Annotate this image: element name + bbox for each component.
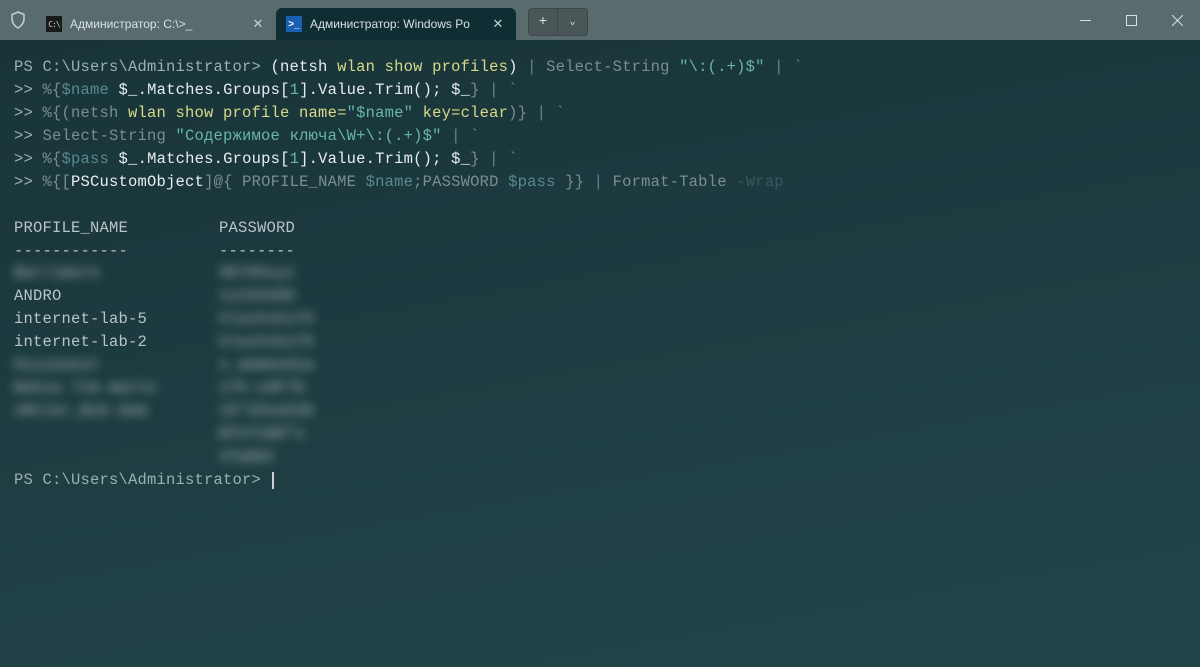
- window-controls: [1062, 0, 1200, 40]
- table-row: tFabbt: [14, 446, 1186, 469]
- titlebar: C:\ Администратор: C:\>_ ✕ >_ Администра…: [0, 0, 1200, 40]
- tab-cmd[interactable]: C:\ Администратор: C:\>_ ✕: [36, 8, 276, 40]
- close-icon[interactable]: ✕: [250, 16, 266, 32]
- table-header: PASSWORD: [219, 217, 295, 240]
- table-row: EFV7180"s: [14, 423, 1186, 446]
- cmd-icon: C:\: [46, 16, 62, 32]
- cursor-icon: [272, 472, 274, 489]
- table-header: PROFILE_NAME: [14, 217, 219, 240]
- tab-powershell[interactable]: >_ Администратор: Windows Po ✕: [276, 8, 516, 40]
- table-row: sMiler_Nik-dom15"2514235: [14, 400, 1186, 423]
- table-row: internet-lab-5kluchik175: [14, 308, 1186, 331]
- new-tab-dropdown[interactable]: ⌄: [558, 8, 588, 36]
- maximize-button[interactable]: [1108, 0, 1154, 40]
- terminal-output: PS C:\Users\Administrator> (netsh wlan s…: [14, 56, 1186, 217]
- table-row: internet-lab-2kluchik175: [14, 331, 1186, 354]
- table-row: Osisonestx.akmendia: [14, 354, 1186, 377]
- terminal-prompt: PS C:\Users\Administrator>: [14, 469, 1186, 492]
- terminal-body[interactable]: PS C:\Users\Administrator> (netsh wlan s…: [0, 40, 1200, 667]
- shield-icon: [8, 10, 28, 30]
- powershell-icon: >_: [286, 16, 302, 32]
- minimize-button[interactable]: [1062, 0, 1108, 40]
- new-tab-controls: + ⌄: [528, 8, 588, 36]
- tab-title: Администратор: Windows Po: [310, 17, 484, 31]
- close-window-button[interactable]: [1154, 0, 1200, 40]
- table-row: ANDRO11234499: [14, 285, 1186, 308]
- new-tab-button[interactable]: +: [528, 8, 558, 36]
- tab-title: Администратор: C:\>_: [70, 17, 244, 31]
- close-icon[interactable]: ✕: [490, 16, 506, 32]
- table-row: Barrimore98765xyz: [14, 262, 1186, 285]
- output-table: PROFILE_NAMEPASSWORD--------------------…: [14, 217, 1186, 469]
- table-row: Nokia 7tm marto17h-cHF78: [14, 377, 1186, 400]
